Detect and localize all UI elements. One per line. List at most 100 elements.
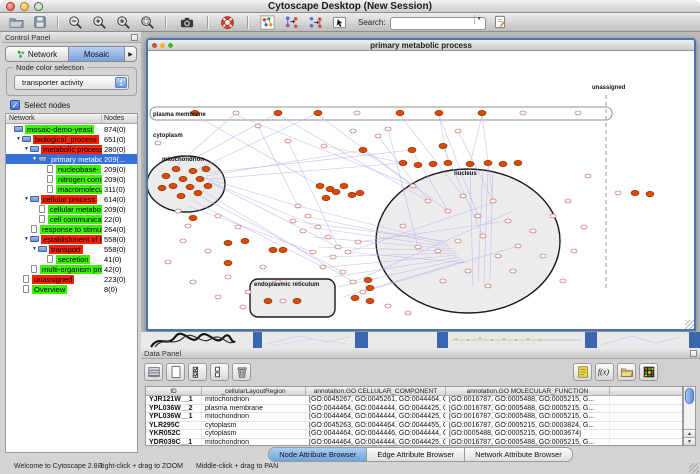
table-cell[interactable]: YLR295C	[146, 422, 202, 430]
table-scrollbar[interactable]: ▲ ▼	[683, 386, 696, 446]
network-node-small[interactable]	[615, 191, 621, 195]
network-node-small[interactable]	[345, 250, 351, 254]
network-node[interactable]	[396, 110, 404, 115]
table-cell[interactable]: YKR052C	[146, 430, 202, 438]
dropdown-stepper-icon[interactable]: ▲▼	[115, 77, 127, 88]
tab-edge-attribute-browser[interactable]: Edge Attribute Browser	[367, 448, 465, 461]
network-node[interactable]	[478, 110, 486, 115]
table-cell[interactable]: mitochondrion	[202, 413, 306, 421]
network-node-small[interactable]	[245, 290, 251, 294]
table-cell[interactable]: cytoplasm	[202, 430, 306, 438]
network-node-small[interactable]	[225, 275, 231, 279]
network-node[interactable]	[439, 143, 447, 148]
network-node-small[interactable]	[233, 111, 239, 115]
table-row[interactable]: YPL036W__1mitochondrion[GO:0044464, GO:0…	[146, 413, 682, 422]
float-panel-icon[interactable]	[131, 34, 138, 41]
table-cell[interactable]: [GO:0016787, GO:0005488, GO:0005215, G..…	[446, 396, 610, 404]
network-node[interactable]	[359, 147, 367, 152]
tree-row[interactable]: cellular metabo209(0)	[6, 204, 137, 214]
network-node-small[interactable]	[375, 134, 381, 138]
network-node[interactable]	[241, 238, 249, 243]
network-node-small[interactable]	[480, 234, 486, 238]
network-node[interactable]	[444, 160, 452, 165]
network-node-small[interactable]	[325, 235, 331, 239]
zoom-in-icon[interactable]	[91, 14, 108, 31]
network-node-small[interactable]	[285, 139, 291, 143]
network-node[interactable]	[366, 285, 374, 290]
network-node[interactable]	[484, 160, 492, 165]
delete-attribute-icon[interactable]	[232, 363, 251, 381]
network-node-small[interactable]	[360, 290, 366, 294]
network-node-small[interactable]	[490, 199, 496, 203]
network-node-small[interactable]	[290, 219, 296, 223]
network-node[interactable]	[169, 183, 177, 188]
network-node[interactable]	[179, 176, 187, 181]
tree-row[interactable]: macromolecule311(0)	[6, 184, 137, 194]
tree-expand-icon[interactable]: ▼	[23, 236, 30, 242]
network-node-small[interactable]	[400, 224, 406, 228]
annotation-icon[interactable]	[331, 14, 348, 31]
tab-network-attribute-browser[interactable]: Network Attribute Browser	[465, 448, 572, 461]
network-node-small[interactable]	[385, 127, 391, 131]
network-node-small[interactable]	[190, 280, 196, 284]
tree-expand-icon[interactable]: ▼	[31, 246, 38, 252]
network-node[interactable]	[189, 215, 197, 220]
network-node[interactable]	[269, 247, 277, 252]
network-node[interactable]	[408, 147, 416, 152]
network-node-small[interactable]	[485, 284, 491, 288]
column-header[interactable]: ID	[146, 387, 202, 395]
tree-row[interactable]: cell communicat22(0)	[6, 214, 137, 224]
scroll-up-icon[interactable]: ▲	[684, 429, 695, 437]
import-attributes-icon[interactable]	[617, 363, 636, 381]
table-cell[interactable]: mitochondrion	[202, 396, 306, 404]
new-attribute-icon[interactable]	[166, 363, 185, 381]
network-node[interactable]	[435, 110, 443, 115]
network-edge[interactable]	[318, 115, 448, 211]
network-node[interactable]	[322, 195, 330, 200]
network-node[interactable]	[514, 160, 522, 165]
tree-row[interactable]: ▼primary metabo209(...	[6, 154, 137, 164]
network-node[interactable]	[196, 176, 204, 181]
network-node[interactable]	[314, 110, 322, 115]
network-node[interactable]	[429, 161, 437, 166]
network-node-small[interactable]	[180, 239, 186, 243]
table-cell[interactable]: YDR039C__1	[146, 439, 202, 447]
network-node-small[interactable]	[455, 129, 461, 133]
tree-expand-icon[interactable]: ▼	[23, 196, 30, 202]
network-node[interactable]	[356, 190, 364, 195]
document-edit-icon[interactable]	[492, 14, 509, 31]
network-node-small[interactable]	[520, 111, 526, 115]
table-cell[interactable]: [GO:0045267, GO:0045261, GO:0044464, G..…	[306, 396, 446, 404]
network-node-small[interactable]	[475, 214, 481, 218]
tab-node-attribute-browser[interactable]: Node Attribute Browser	[269, 448, 367, 461]
select-attributes-icon[interactable]	[188, 363, 207, 381]
tree-row[interactable]: mosaic-demo-yeast874(0)	[6, 124, 137, 134]
table-cell[interactable]: plasma membrane	[202, 405, 306, 413]
network-node[interactable]	[274, 110, 282, 115]
table-cell[interactable]: [GO:0016787, GO:0005488, GO:0005215, G..…	[446, 413, 610, 421]
network-node[interactable]	[499, 161, 507, 166]
table-cell[interactable]: mitochondrion	[202, 439, 306, 447]
network-node[interactable]	[399, 160, 407, 165]
table-row[interactable]: YDR039C__1mitochondrion[GO:0044464, GO:0…	[146, 439, 682, 447]
network-node-small[interactable]	[565, 199, 571, 203]
network-node[interactable]	[186, 184, 194, 189]
tab-mosaic[interactable]: Mosaic	[68, 46, 125, 62]
network-node-small[interactable]	[215, 214, 221, 218]
network-node-small[interactable]	[205, 249, 211, 253]
network-node[interactable]	[332, 189, 340, 194]
table-cell[interactable]: [GO:0016787, GO:0005215, GO:0003824, G..…	[446, 422, 610, 430]
network-node[interactable]	[646, 191, 654, 196]
network-canvas[interactable]: plasma membranecytoplasmmitochondrionnuc…	[148, 51, 694, 329]
network-node-small[interactable]	[175, 209, 181, 213]
tree-row[interactable]: secretion41(0)	[6, 254, 137, 264]
network-node-small[interactable]	[505, 219, 511, 223]
import-table-icon[interactable]	[307, 14, 324, 31]
data-panel-header[interactable]: Data Panel	[141, 348, 700, 359]
network-edge[interactable]	[193, 201, 323, 267]
network-edge[interactable]	[288, 141, 338, 247]
node-color-dropdown[interactable]: transporter activity ▲▼	[14, 75, 129, 90]
network-node[interactable]	[172, 166, 180, 171]
select-nodes-checkbox[interactable]: ✓	[10, 100, 20, 110]
table-cell[interactable]: [GO:0044464, GO:0044446, GO:0044444, G..…	[306, 430, 446, 438]
